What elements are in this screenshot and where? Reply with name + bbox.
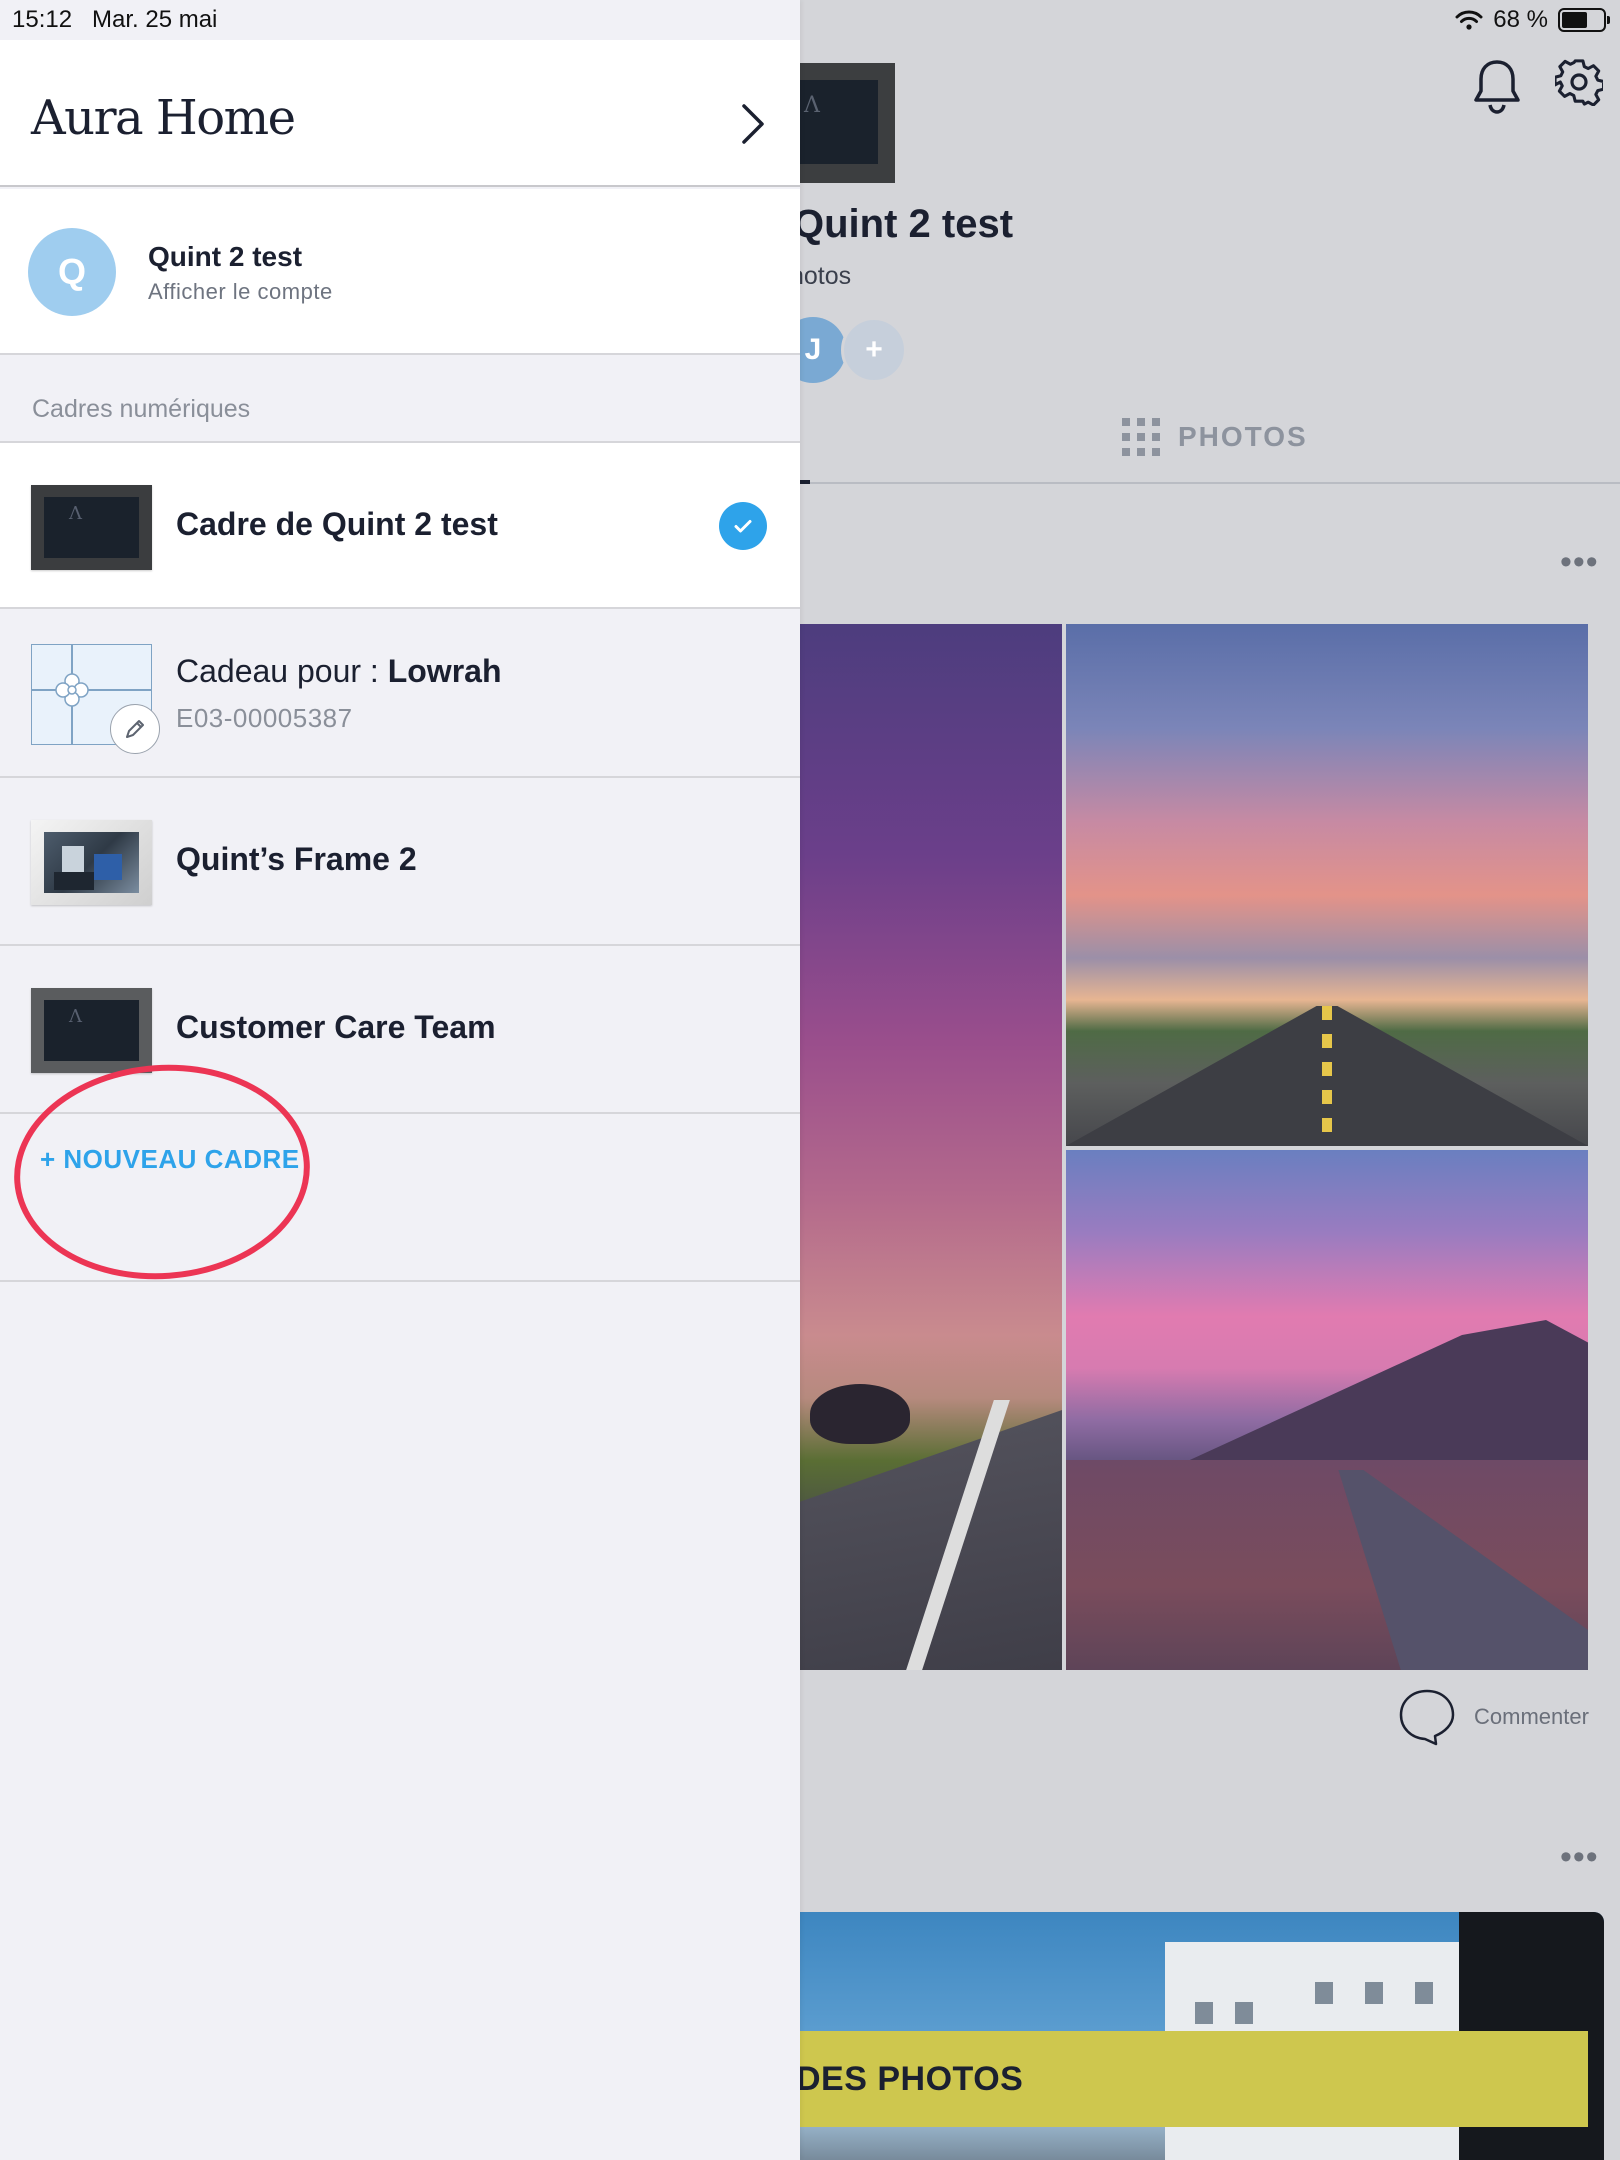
account-name: Quint 2 test — [148, 241, 303, 272]
comment-label: Commenter — [1474, 1704, 1589, 1729]
add-photos-label: DES PHOTOS — [796, 2059, 1024, 2098]
chevron-right-icon[interactable] — [736, 100, 770, 148]
frame-row-quints-frame-2[interactable]: Quint’s Frame 2 — [0, 778, 800, 946]
frame-thumbnail — [31, 820, 152, 905]
pencil-icon[interactable] — [110, 704, 160, 754]
brand-logo: Aura Home — [31, 90, 296, 146]
gear-icon[interactable] — [1555, 58, 1603, 106]
frame-title: Quint 2 test — [793, 202, 1014, 246]
frame-row-gift[interactable]: Cadeau pour : Lowrah E03-00005387 — [0, 610, 800, 778]
frame-logo: Λ — [804, 93, 820, 118]
frame-name: Cadre de Quint 2 test — [176, 506, 498, 542]
account-row[interactable]: Q Quint 2 test Afficher le compte — [0, 189, 800, 355]
section-title: Cadres numériques — [32, 395, 251, 423]
tab-photos-label: PHOTOS — [1178, 421, 1308, 452]
frame-name: Customer Care Team — [176, 1009, 496, 1045]
bell-icon[interactable] — [1472, 58, 1522, 114]
more-options-icon[interactable]: ••• — [1560, 1840, 1599, 1874]
photo-tile[interactable] — [1066, 624, 1588, 1146]
checkmark-icon — [719, 502, 767, 550]
frame-logo: Λ — [69, 1006, 82, 1027]
frame-logo: Λ — [69, 503, 82, 524]
add-member-button[interactable]: + — [841, 317, 907, 383]
status-bar: 15:12 Mar. 25 mai 68 % — [0, 0, 1620, 40]
frame-thumbnail: Λ — [31, 988, 152, 1073]
gift-recipient: Lowrah — [387, 653, 502, 689]
avatar: Q — [28, 228, 116, 316]
battery-icon — [1558, 8, 1610, 32]
comment-bubble-icon — [1399, 1689, 1455, 1746]
photo-tile[interactable] — [780, 624, 1062, 1670]
tab-photos[interactable]: PHOTOS — [1122, 418, 1308, 456]
wifi-icon — [1455, 10, 1483, 30]
side-drawer: Aura Home Q Quint 2 test Afficher le com… — [0, 0, 800, 2160]
gift-title: Cadeau pour : Lowrah — [176, 653, 501, 690]
grid-icon — [1122, 418, 1160, 456]
drawer-header: Aura Home — [0, 40, 800, 187]
add-photos-banner[interactable]: DES PHOTOS — [780, 2031, 1588, 2127]
status-time: 15:12 — [12, 6, 73, 33]
frame-thumbnail: Λ — [31, 485, 152, 570]
frame-row-cadre-de-quint-2-test[interactable]: Λ Cadre de Quint 2 test — [0, 441, 800, 609]
battery-percent: 68 % — [1493, 6, 1548, 33]
more-options-icon[interactable]: ••• — [1560, 545, 1599, 579]
gift-prefix: Cadeau pour : — [176, 653, 388, 689]
gift-code: E03-00005387 — [176, 703, 353, 733]
comment-button[interactable]: Commenter — [1398, 1688, 1589, 1746]
photo-tile[interactable] — [1066, 1150, 1588, 1670]
tab-divider — [780, 482, 1620, 484]
status-date: Mar. 25 mai — [92, 6, 218, 33]
frame-name: Quint’s Frame 2 — [176, 841, 417, 877]
view-account-link[interactable]: Afficher le compte — [148, 279, 333, 305]
